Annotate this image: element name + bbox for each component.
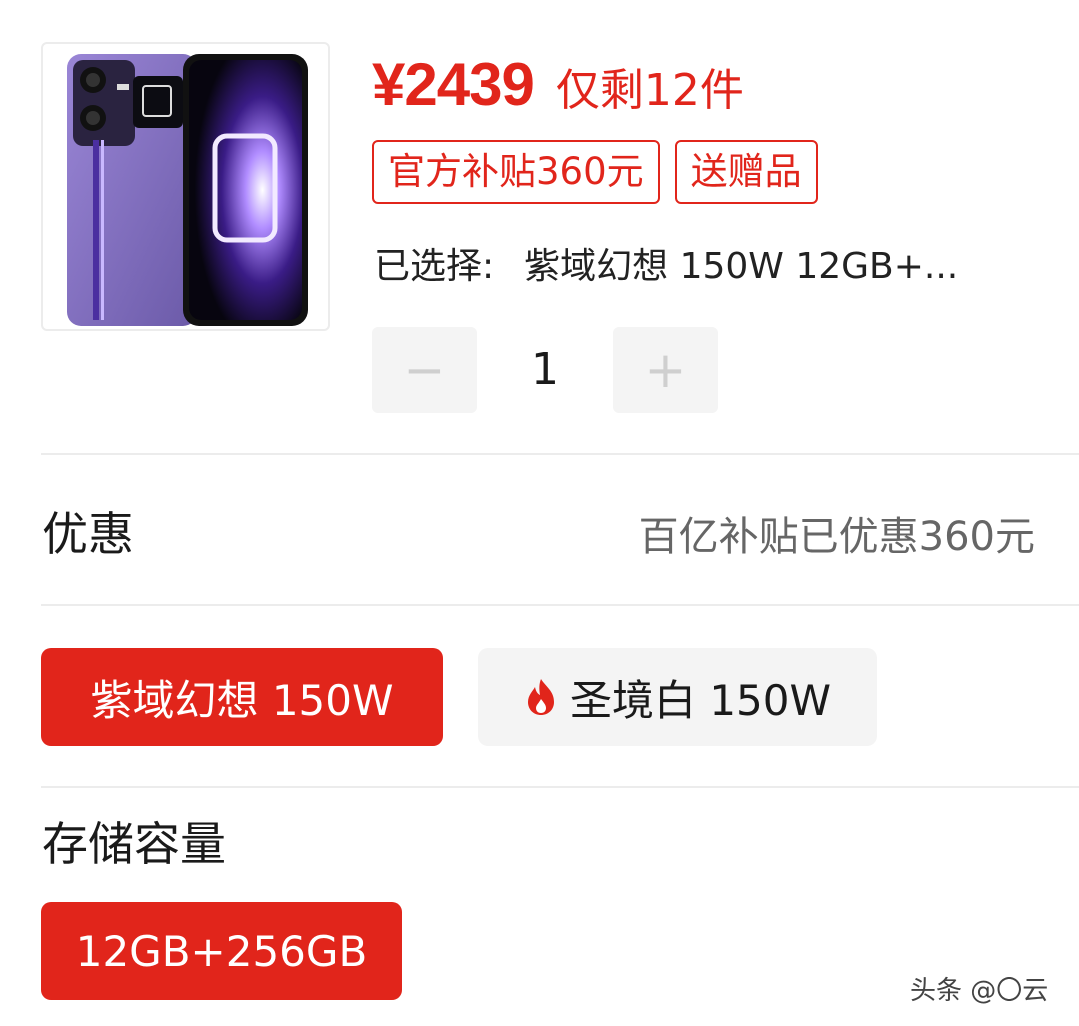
divider [41,453,1079,455]
flame-icon [527,679,554,715]
gift-tag: 送赠品 [674,140,818,204]
promo-value[interactable]: 百亿补贴已优惠360元 [639,504,1035,562]
storage-option-12-256[interactable]: 12GB+256GB [41,902,402,1000]
divider [41,786,1079,788]
stock-remaining: 仅剩12件 [555,65,744,116]
quantity-value[interactable]: 1 [477,327,613,413]
color-option-label: 紫域幻想 150W [90,675,394,725]
selected-label: 已选择: [374,246,495,287]
minus-icon: − [403,341,446,399]
decrease-button[interactable]: − [372,327,477,413]
divider [41,604,1079,606]
color-option-label: 圣境白 150W [569,675,832,725]
selected-spec: 已选择: 紫域幻想 150W 12GB+... [374,237,958,289]
color-option-white[interactable]: 圣境白 150W [478,648,877,746]
watermark: 头条 @〇云 [910,976,1049,1006]
price: ¥2439 [372,51,535,118]
selected-value: 紫域幻想 150W 12GB+... [524,246,959,287]
promo-tags: 官方补贴360元 送赠品 [372,140,818,204]
plus-icon: + [644,341,687,399]
storage-option-label: 12GB+256GB [75,926,368,976]
increase-button[interactable]: + [613,327,718,413]
color-option-purple[interactable]: 紫域幻想 150W [41,648,443,746]
subsidy-tag: 官方补贴360元 [372,140,660,204]
promo-label: 优惠 [42,507,134,561]
quantity-stepper: − 1 + [372,327,719,413]
price-line: ¥2439 仅剩12件 [372,50,744,119]
sku-selector-panel: ¥2439 仅剩12件 官方补贴360元 送赠品 已选择: 紫域幻想 150W 1… [0,0,1079,1026]
storage-label: 存储容量 [42,817,226,871]
product-image[interactable] [41,42,330,331]
